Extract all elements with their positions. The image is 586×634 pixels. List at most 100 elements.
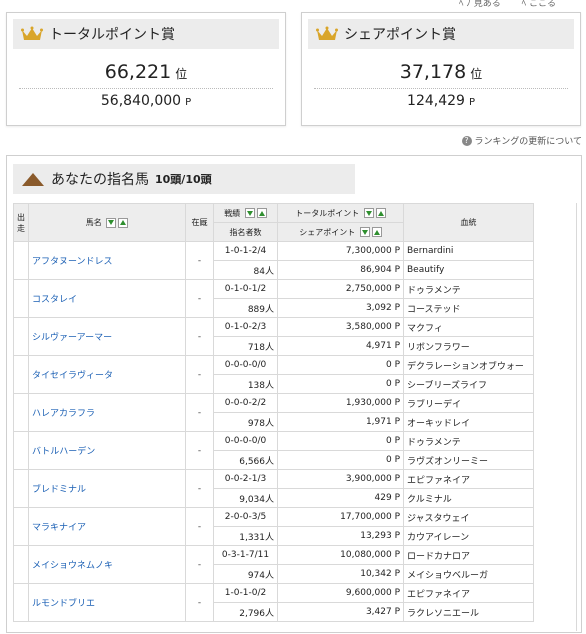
rank-value: 37,178 [399,61,467,83]
nominees-cell: 84人 [213,260,278,280]
nominees-cell: 974人 [213,564,278,584]
points-value: 124,429 [407,93,465,109]
record-cell: 0-1-0-2/3 [213,317,278,337]
total-points-cell: 1,930,000 P [277,393,404,413]
start-cell [13,469,29,508]
help-link-label: ランキングの更新について [474,137,582,147]
stable-cell: - [185,279,214,318]
stable-cell: - [185,507,214,546]
sire-cell: マクフィ [403,317,534,337]
stable-cell: - [185,583,214,622]
stable-cell: - [185,355,214,394]
record-cell: 1-0-1-2/4 [213,241,278,261]
start-cell [13,431,29,470]
sort-up-icon[interactable] [375,208,386,218]
sort-down-icon[interactable] [244,208,255,218]
top-link-fragment[interactable]: ﾍ ﾉ 見ある ﾍ ここる [459,0,556,9]
header-bloodline: 血統 [403,203,534,242]
horse-name-link[interactable]: タイセイラヴィータ [28,355,186,394]
dam-cell: カウアイレーン [403,526,534,546]
ranking-update-help-link[interactable]: ? ランキングの更新について [461,134,582,147]
start-cell [13,279,29,318]
share-points-cell: 429 P [277,488,404,508]
sort-up-icon[interactable] [256,208,267,218]
record-cell: 2-0-0-3/5 [213,507,278,527]
horse-logo-icon [22,173,44,186]
record-cell: 0-0-0-0/0 [213,355,278,375]
horse-name-link[interactable]: ハレアカラフラ [28,393,186,432]
record-cell: 0-1-0-1/2 [213,279,278,299]
horse-name-link[interactable]: コスタレイ [28,279,186,318]
horse-name-link[interactable]: アフタヌーンドレス [28,241,186,280]
share-points-cell: 13,293 P [277,526,404,546]
stable-cell: - [185,545,214,584]
dam-cell: オーキッドレイ [403,412,534,432]
table-row: ルモンドブリエ -1-0-1-0/2 9,600,000 P エピファネイア [13,583,534,622]
help-icon: ? [461,135,472,146]
header-share-points: シェアポイント [277,222,404,242]
nominees-cell: 9,034人 [213,488,278,508]
sort-up-icon[interactable] [371,227,382,237]
sort-down-icon[interactable] [106,217,117,228]
share-points-cell: 0 P [277,450,404,470]
record-cell: 0-0-0-0/0 [213,431,278,451]
start-cell [13,355,29,394]
nominees-cell: 2,796人 [213,602,278,622]
award-title: シェアポイント賞 [344,27,456,43]
total-points-cell: 0 P [277,431,404,451]
share-points-cell: 4,971 P [277,336,404,356]
dam-cell: ラヴズオンリーミー [403,450,534,470]
dam-cell: リボンフラワー [403,336,534,356]
sire-cell: ドゥラメンテ [403,431,534,451]
nominees-cell: 138人 [213,374,278,394]
total-points-cell: 2,750,000 P [277,279,404,299]
share-points-cell: 1,971 P [277,412,404,432]
sire-cell: ジャスタウェイ [403,507,534,527]
nominees-cell: 718人 [213,336,278,356]
horse-name-link[interactable]: シルヴァーアーマー [28,317,186,356]
sort-up-icon[interactable] [118,217,129,228]
horse-name-link[interactable]: マラキナイア [28,507,186,546]
table-row: コスタレイ -0-1-0-1/2 2,750,000 P ドゥラメンテ [13,279,534,318]
horse-name-link[interactable]: メイショウネムノキ [28,545,186,584]
points-value: 56,840,000 [100,93,182,109]
dam-cell: メイショウベルーガ [403,564,534,584]
table-row: マラキナイア -2-0-0-3/5 17,700,000 P ジャスタウェイ [13,507,534,546]
divider [19,88,273,89]
table-row: アフタヌーンドレス -1-0-1-2/4 7,300,000 P Bernardini [13,241,534,280]
record-cell: 0-3-1-7/11 [213,545,278,565]
table-row: ハレアカラフラ -0-0-0-2/2 1,930,000 P ラブリーデイ [13,393,534,432]
total-points-cell: 7,300,000 P [277,241,404,261]
stable-cell: - [185,431,214,470]
start-cell [13,545,29,584]
horses-header: あなたの指名馬 10頭/10頭 [13,164,355,194]
points-unit: P [185,97,192,108]
total-points-cell: 3,580,000 P [277,317,404,337]
start-cell [13,583,29,622]
record-cell: 0-0-0-2/2 [213,393,278,413]
award-rank: 66,221 位 [7,61,285,83]
nominees-cell: 6,566人 [213,450,278,470]
sire-cell: Bernardini [403,241,534,261]
points-unit: P [468,97,475,108]
table-row: タイセイラヴィータ -0-0-0-0/0 0 P デクラレーションオブウォー [13,355,534,394]
nominated-horses-panel: あなたの指名馬 10頭/10頭 出走 馬名 在厩 戦績 トータルポイント 血統 … [6,155,582,633]
table-right-strip [533,203,577,631]
horse-name-link[interactable]: バトルハーデン [28,431,186,470]
sire-cell: エピファネイア [403,583,534,603]
sire-cell: ラブリーデイ [403,393,534,413]
horse-name-link[interactable]: ルモンドブリエ [28,583,186,622]
share-points-cell: 0 P [277,374,404,394]
nominees-cell: 1,331人 [213,526,278,546]
sort-down-icon[interactable] [359,227,370,237]
stable-cell: - [185,317,214,356]
table-row: バトルハーデン -0-0-0-0/0 0 P ドゥラメンテ [13,431,534,470]
dam-cell: ラクレソニエール [403,602,534,622]
horse-name-link[interactable]: ブレドミナル [28,469,186,508]
dam-cell: Beautify [403,260,534,280]
award-title: トータルポイント賞 [49,27,175,43]
total-points-cell: 10,080,000 P [277,545,404,565]
table-row: メイショウネムノキ -0-3-1-7/11 10,080,000 P ロードカナロア [13,545,534,584]
header-record: 戦績 [213,203,278,223]
sort-down-icon[interactable] [363,208,374,218]
